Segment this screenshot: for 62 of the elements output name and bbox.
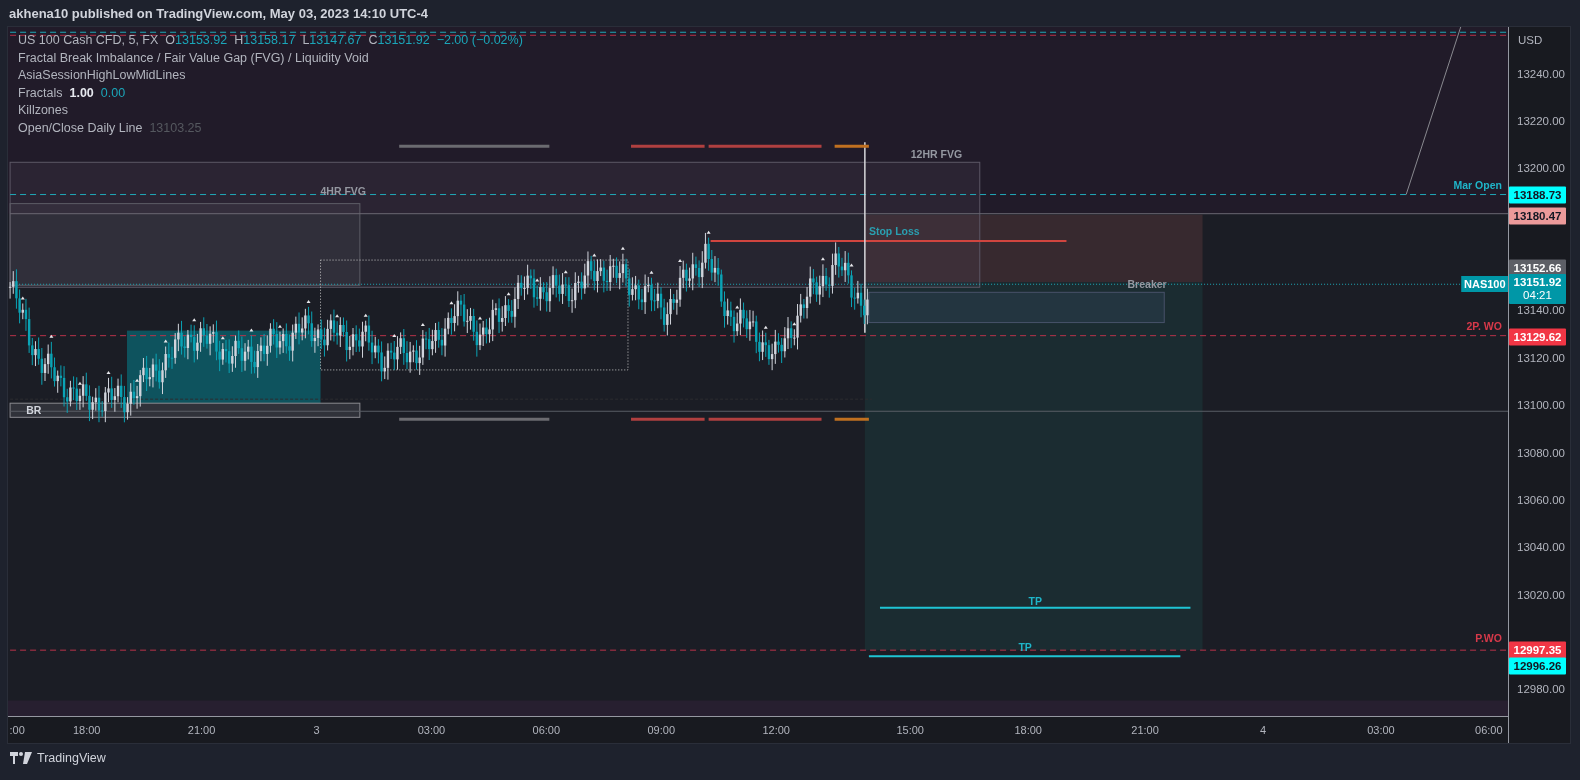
time-tick: 4 xyxy=(1259,724,1267,737)
time-tick: 06:00 xyxy=(532,724,561,737)
time-tick: :00 xyxy=(9,724,25,737)
chart-label: 12HR FVG xyxy=(910,148,963,161)
indicator-name: Fractal Break Imbalance / Fair Value Gap (FVG) / Liquidity Void xyxy=(18,50,369,65)
time-tick: 18:00 xyxy=(1014,724,1042,737)
chart-label: TP xyxy=(1028,594,1042,607)
price-tick: 13020.00 xyxy=(1517,588,1565,601)
chart-label: TP xyxy=(1018,641,1032,654)
indicator-name: Fractals xyxy=(18,85,63,100)
indicator-value: 0.00 xyxy=(100,85,126,100)
ohlc-value: L13147.67 xyxy=(302,33,362,47)
price-tick: 13060.00 xyxy=(1517,493,1565,506)
chart-label: Stop Loss xyxy=(868,224,920,237)
price-tick: 13100.00 xyxy=(1517,399,1565,412)
chart-label: P.WO xyxy=(1475,632,1502,645)
price-tick: 13080.00 xyxy=(1517,446,1565,459)
price-tag: 13129.62 xyxy=(1509,328,1566,346)
indicator-value: 1.00 xyxy=(69,85,94,100)
indicator-name: Killzones xyxy=(18,103,69,117)
price-tick: 13200.00 xyxy=(1517,162,1565,175)
time-tick: 21:00 xyxy=(1131,724,1159,737)
indicator-value: 13103.25 xyxy=(149,120,202,135)
price-tag: 13151.92 04:21 xyxy=(1509,274,1566,305)
price-tick: 13220.00 xyxy=(1517,114,1565,127)
price-tag: 12997.35 xyxy=(1509,641,1566,659)
price-tick: 13240.00 xyxy=(1517,67,1565,80)
price-tick: 13120.00 xyxy=(1517,351,1565,364)
time-tick: 3 xyxy=(313,724,320,737)
price-tick: 13040.00 xyxy=(1517,541,1565,554)
price-tick: 13140.00 xyxy=(1517,304,1565,317)
price-tag: 13188.73 xyxy=(1509,186,1566,204)
time-tick: 03:00 xyxy=(1367,724,1395,737)
killzone-line xyxy=(834,417,869,421)
time-tick: 21:00 xyxy=(187,724,216,737)
price-tick: 12980.00 xyxy=(1517,683,1565,696)
ohlc-value: H13158.17 xyxy=(234,33,296,47)
time-tick: 03:00 xyxy=(417,724,446,737)
ohlc-value: O13153.92 xyxy=(165,33,228,47)
time-tick: 12:00 xyxy=(762,724,790,737)
indicator-name: AsiaSessionHighLowMidLines xyxy=(18,68,186,82)
time-tick: 06:00 xyxy=(1475,724,1503,737)
currency-label: USD xyxy=(1518,34,1543,46)
price-tag: 13180.47 xyxy=(1509,207,1566,225)
time-tick: 15:00 xyxy=(896,724,924,737)
brand-name: TradingView xyxy=(37,751,106,765)
symbol-label: US 100 Cash CFD, 5, FX xyxy=(18,33,159,47)
chart-label: BR xyxy=(26,404,42,417)
chart-label: 2P. WO xyxy=(1466,319,1502,332)
price-tag: 12996.26 xyxy=(1509,657,1566,675)
indicator-name: Open/Close Daily Line xyxy=(18,120,143,135)
publish-caption: akhena10 published on TradingView.com, May 03, 2023 14:10 UTC-4 xyxy=(9,6,429,21)
killzone-line xyxy=(834,144,869,148)
symbol-tag: NAS100 xyxy=(1461,276,1508,293)
ohlc-value: C13151.92 xyxy=(368,33,430,47)
chart-label: Mar Open xyxy=(1453,179,1502,192)
tradingview-logo-icon xyxy=(10,752,32,764)
chart-label: Breaker xyxy=(1127,278,1167,291)
price-change: −2.00 (−0.02%) xyxy=(436,33,523,47)
chart-label: 4HR FVG xyxy=(320,184,367,197)
time-tick: 09:00 xyxy=(647,724,675,737)
time-tick: 18:00 xyxy=(72,724,101,737)
